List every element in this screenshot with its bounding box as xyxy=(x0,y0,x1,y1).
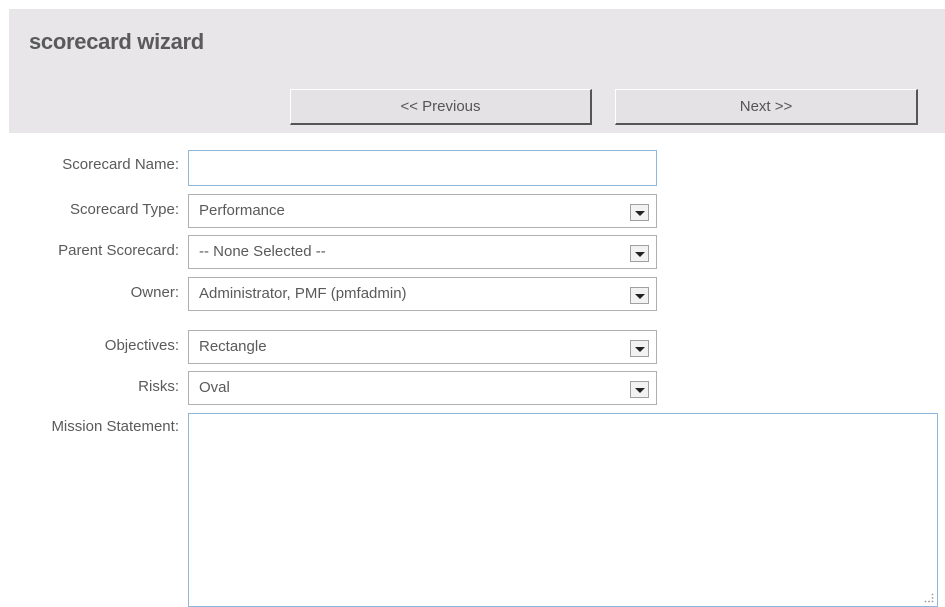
scorecard-type-select[interactable]: Performance xyxy=(188,194,657,228)
scorecard-wizard: scorecard wizard << Previous Next >> Sco… xyxy=(0,0,945,607)
owner-label: Owner: xyxy=(130,284,179,301)
parent-scorecard-select[interactable]: -- None Selected -- xyxy=(188,235,657,269)
risks-value: Oval xyxy=(199,379,230,396)
risks-label: Risks: xyxy=(138,378,179,395)
objectives-select[interactable]: Rectangle xyxy=(188,330,657,364)
scorecard-name-label: Scorecard Name: xyxy=(62,156,179,173)
parent-scorecard-label: Parent Scorecard: xyxy=(58,242,179,259)
scorecard-name-input[interactable] xyxy=(188,150,657,186)
chevron-down-icon[interactable] xyxy=(630,245,649,262)
page-title: scorecard wizard xyxy=(29,29,204,54)
chevron-down-icon[interactable] xyxy=(630,287,649,304)
previous-button[interactable]: << Previous xyxy=(290,89,592,125)
resize-grip-icon[interactable] xyxy=(924,593,934,603)
objectives-value: Rectangle xyxy=(199,338,267,355)
wizard-header: scorecard wizard << Previous Next >> xyxy=(9,9,945,133)
owner-select[interactable]: Administrator, PMF (pmfadmin) xyxy=(188,277,657,311)
chevron-down-icon[interactable] xyxy=(630,204,649,221)
parent-scorecard-value: -- None Selected -- xyxy=(199,243,326,260)
next-button[interactable]: Next >> xyxy=(615,89,918,125)
owner-value: Administrator, PMF (pmfadmin) xyxy=(199,285,407,302)
mission-statement-textarea[interactable] xyxy=(188,413,938,607)
mission-statement-label: Mission Statement: xyxy=(51,418,179,435)
risks-select[interactable]: Oval xyxy=(188,371,657,405)
chevron-down-icon[interactable] xyxy=(630,381,649,398)
objectives-label: Objectives: xyxy=(104,337,179,354)
scorecard-type-label: Scorecard Type: xyxy=(70,201,179,218)
scorecard-type-value: Performance xyxy=(199,202,285,219)
chevron-down-icon[interactable] xyxy=(630,340,649,357)
